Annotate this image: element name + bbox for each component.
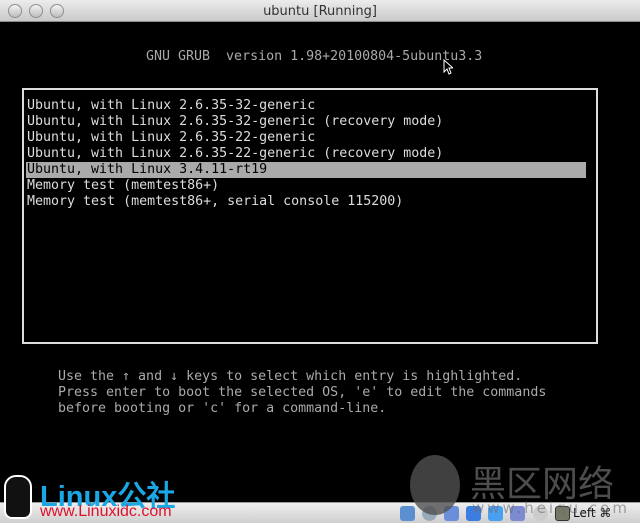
tux-icon <box>4 475 32 519</box>
mushroom-logo-icon <box>410 455 460 515</box>
help-line: before booting or 'c' for a command-line… <box>58 401 387 416</box>
grub-header: GNU GRUB version 1.98+20100804-5ubuntu3.… <box>146 49 483 64</box>
boot-entry[interactable]: Ubuntu, with Linux 2.6.35-32-generic <box>26 98 586 114</box>
mouse-pointer-icon <box>443 59 453 75</box>
window-titlebar: ubuntu [Running] <box>0 0 640 22</box>
vm-screen[interactable]: GNU GRUB version 1.98+20100804-5ubuntu3.… <box>0 23 640 502</box>
boot-entry[interactable]: Memory test (memtest86+, serial console … <box>26 194 586 210</box>
window-title: ubuntu [Running] <box>263 4 377 19</box>
help-line: Use the ↑ and ↓ keys to select which ent… <box>58 369 523 384</box>
hard-disk-icon[interactable] <box>400 506 415 521</box>
boot-entry[interactable]: Ubuntu, with Linux 2.6.35-32-generic (re… <box>26 114 586 130</box>
boot-entry-selected[interactable]: Ubuntu, with Linux 3.4.11-rt19 <box>26 162 586 178</box>
close-button[interactable] <box>8 4 22 18</box>
boot-entry[interactable]: Ubuntu, with Linux 2.6.35-22-generic (re… <box>26 146 586 162</box>
boot-menu: Ubuntu, with Linux 2.6.35-32-generic Ubu… <box>22 88 598 344</box>
boot-entry[interactable]: Ubuntu, with Linux 2.6.35-22-generic <box>26 130 586 146</box>
heiqu-url: www.heiqu.com <box>472 499 630 517</box>
minimize-button[interactable] <box>29 4 43 18</box>
zoom-button[interactable] <box>50 4 64 18</box>
boot-entry[interactable]: Memory test (memtest86+) <box>26 178 586 194</box>
linux-url: www.Linuxidc.com <box>40 503 172 520</box>
help-line: Press enter to boot the selected OS, 'e'… <box>58 385 547 400</box>
